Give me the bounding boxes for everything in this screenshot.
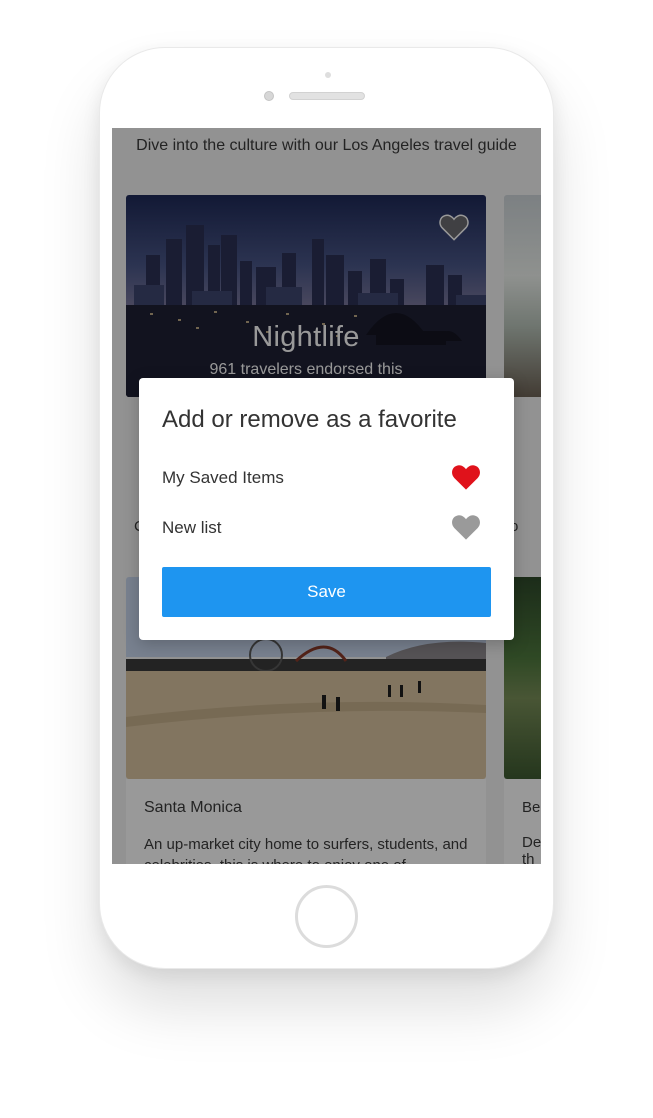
home-button[interactable]	[295, 885, 358, 948]
save-button[interactable]: Save	[162, 567, 491, 617]
heart-icon[interactable]	[451, 513, 481, 541]
front-camera	[264, 91, 274, 101]
list-item-new-list[interactable]: New list	[162, 508, 492, 548]
list-item-label: New list	[162, 518, 222, 537]
list-item-label: My Saved Items	[162, 468, 284, 487]
proximity-sensor	[325, 72, 331, 78]
dialog-title: Add or remove as a favorite	[162, 406, 457, 433]
list-item-my-saved-items[interactable]: My Saved Items	[162, 458, 492, 498]
heart-icon[interactable]	[451, 463, 481, 491]
favorite-dialog: Add or remove as a favorite My Saved Ite…	[139, 378, 514, 640]
earpiece-speaker	[289, 92, 365, 100]
